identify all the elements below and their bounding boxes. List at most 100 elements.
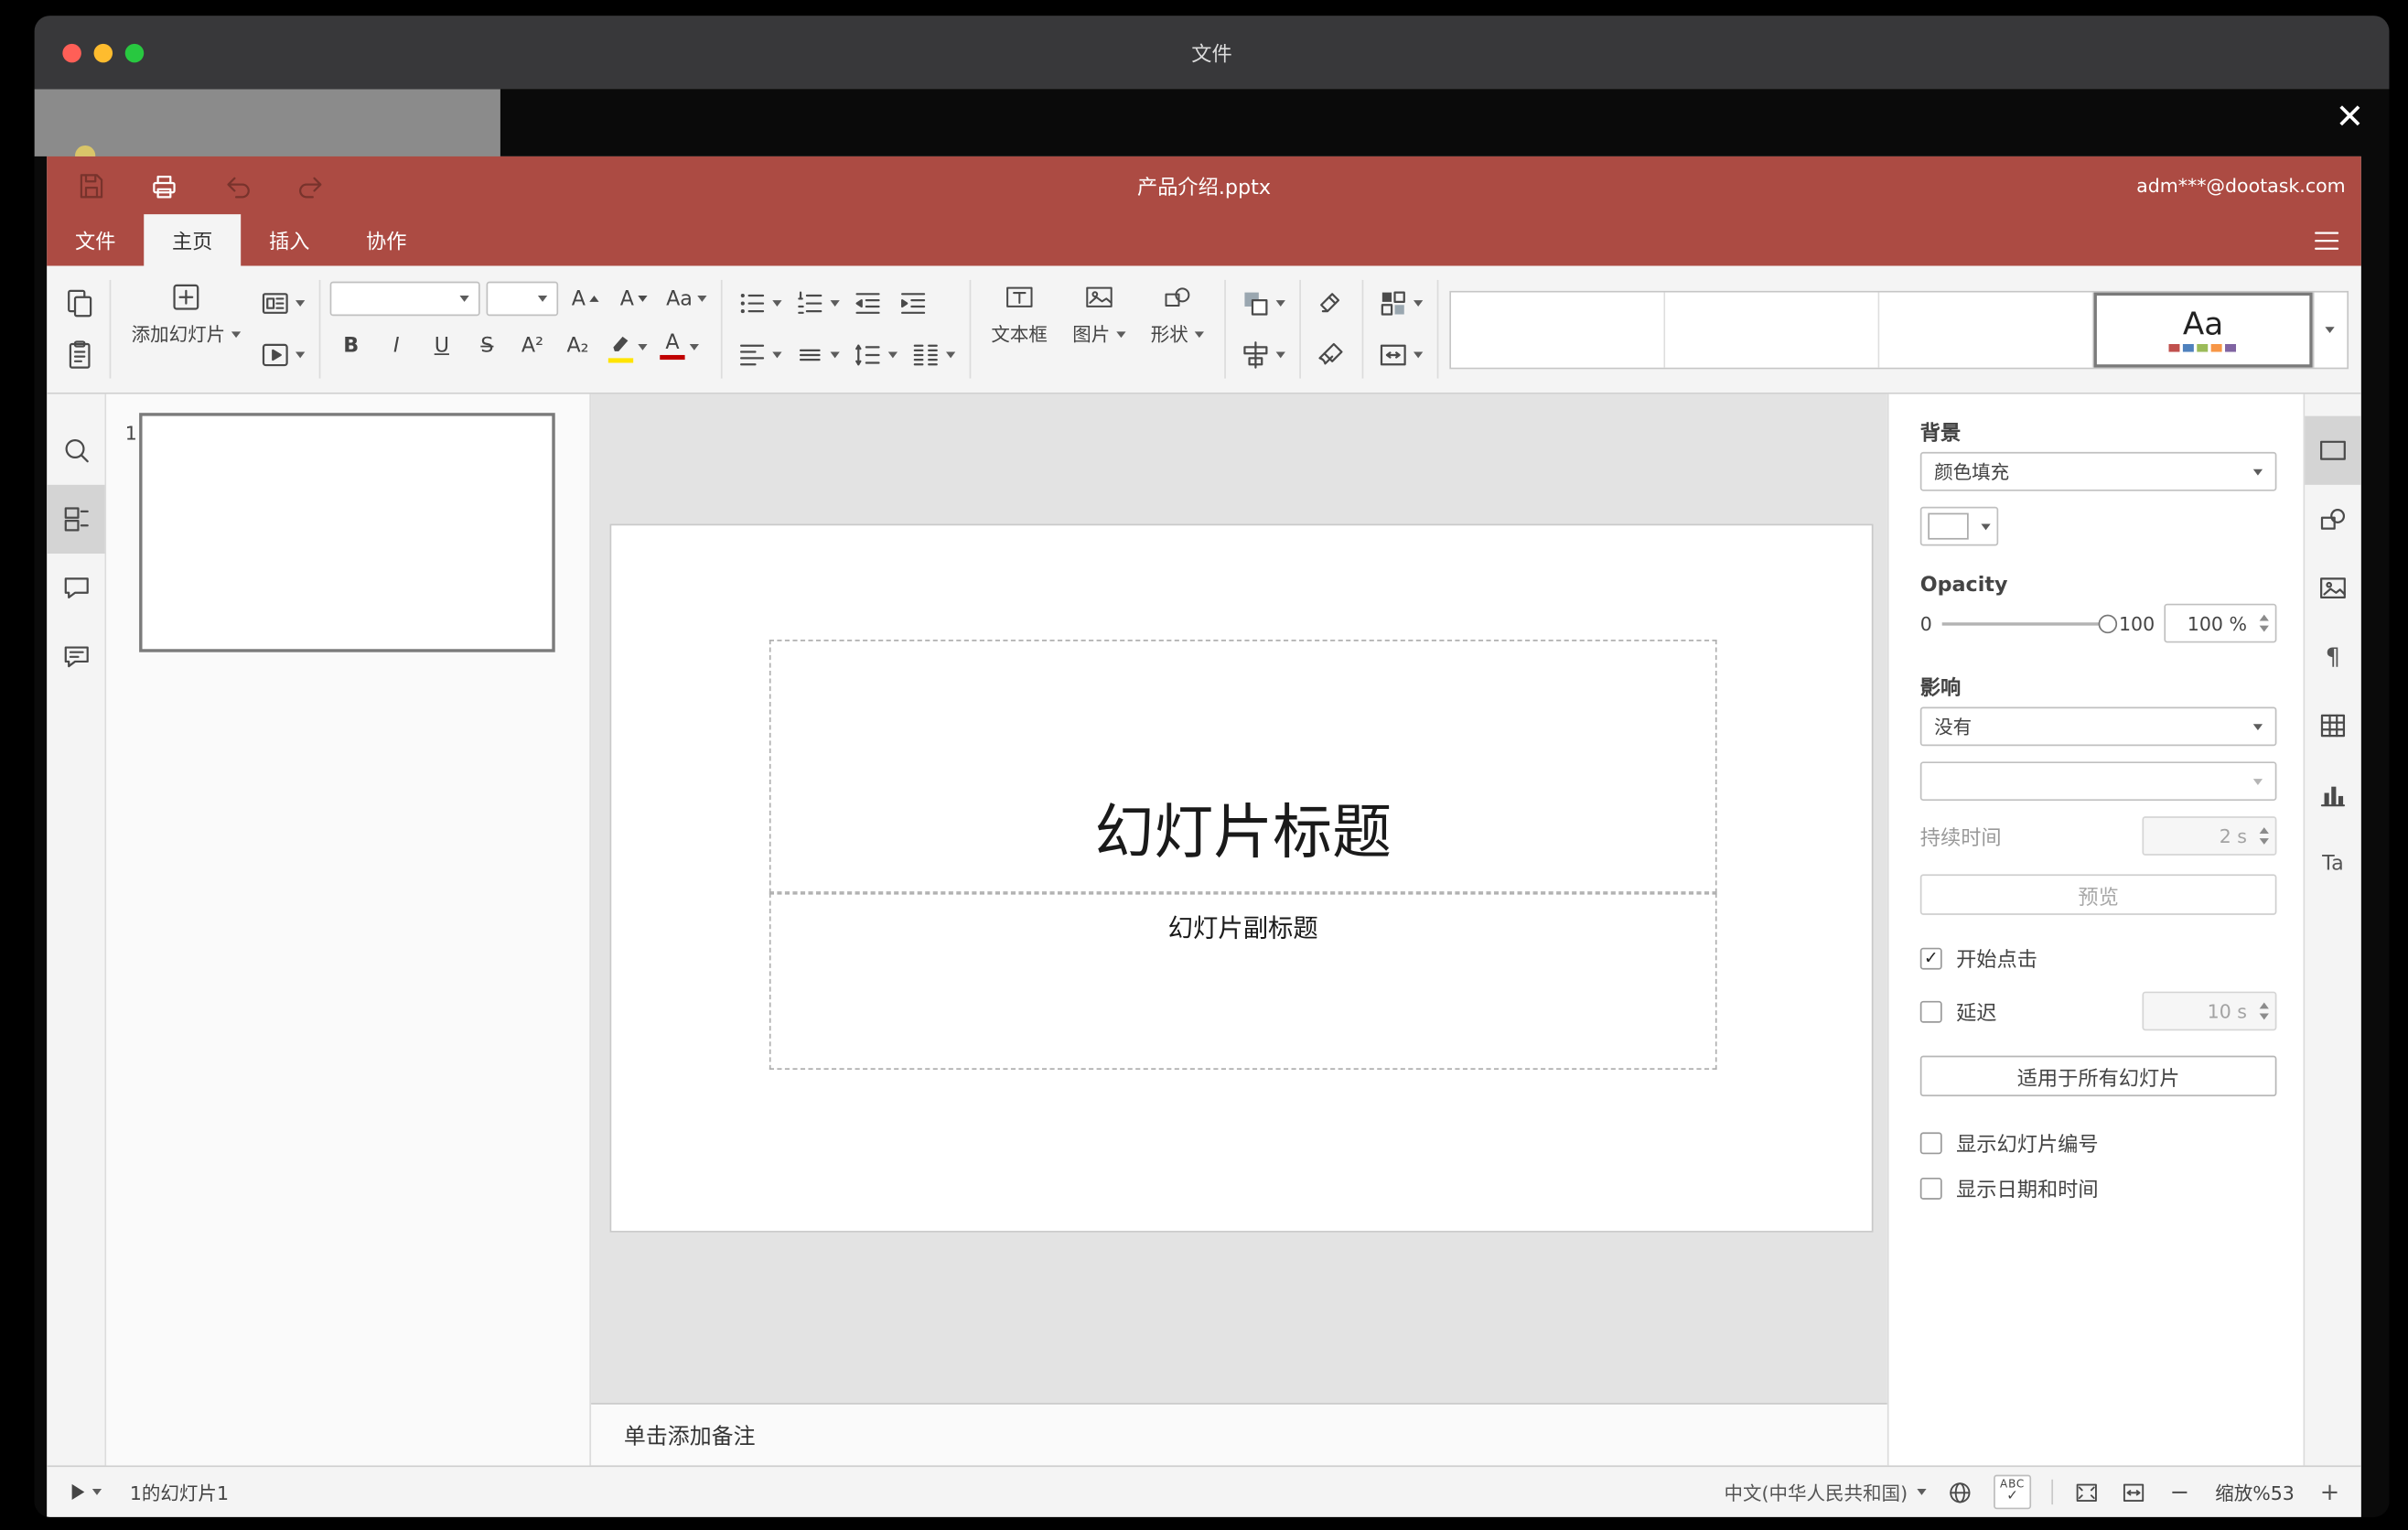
print-icon[interactable] bbox=[148, 169, 179, 200]
textart-settings-tab[interactable]: Ta bbox=[2305, 829, 2361, 898]
fit-width-icon[interactable] bbox=[2121, 1479, 2147, 1505]
redo-icon[interactable] bbox=[296, 169, 327, 200]
change-layout-button[interactable] bbox=[255, 278, 310, 327]
left-icon-strip bbox=[47, 393, 107, 1466]
align-shape-button[interactable] bbox=[1235, 330, 1290, 379]
increase-font-size-button[interactable]: A bbox=[564, 278, 607, 318]
traffic-light-close[interactable] bbox=[62, 42, 81, 62]
opacity-slider[interactable] bbox=[1941, 613, 2118, 633]
spinner-arrows[interactable] bbox=[2259, 993, 2269, 1029]
copy-button[interactable] bbox=[58, 278, 100, 327]
change-case-button[interactable]: Aa bbox=[661, 278, 711, 318]
traffic-light-zoom[interactable] bbox=[124, 42, 145, 62]
zoom-in-button[interactable]: + bbox=[2317, 1478, 2342, 1506]
line-spacing-button[interactable] bbox=[847, 330, 902, 379]
slide-subtitle-placeholder[interactable]: 幻灯片副标题 bbox=[769, 892, 1717, 1071]
start-slideshow-button[interactable] bbox=[66, 1483, 108, 1501]
background-color-picker[interactable] bbox=[1919, 506, 1999, 546]
theme-thumbnail-1[interactable] bbox=[1450, 291, 1666, 367]
columns-button[interactable] bbox=[905, 330, 960, 379]
start-slideshow-toolbar-button[interactable] bbox=[255, 330, 310, 379]
horizontal-align-button[interactable] bbox=[732, 330, 787, 379]
notes-area[interactable]: 单击添加备注 bbox=[591, 1403, 1887, 1466]
comments-panel-button[interactable] bbox=[47, 554, 104, 622]
undo-icon[interactable] bbox=[222, 169, 253, 200]
chart-settings-tab[interactable] bbox=[2305, 760, 2361, 829]
font-color-button[interactable]: A bbox=[655, 322, 704, 371]
theme-gallery-expand-button[interactable] bbox=[2312, 291, 2348, 367]
copy-style-button[interactable] bbox=[1310, 330, 1352, 379]
set-language-icon[interactable] bbox=[1947, 1479, 1973, 1505]
tab-insert[interactable]: 插入 bbox=[241, 214, 338, 265]
spellcheck-icon[interactable]: ABC ✓ bbox=[1994, 1474, 2032, 1510]
zoom-out-button[interactable]: − bbox=[2167, 1478, 2192, 1506]
slide-settings-tab[interactable] bbox=[2305, 415, 2361, 485]
insert-image-button[interactable]: 图片 bbox=[1061, 278, 1136, 350]
slide-size-button[interactable] bbox=[1372, 330, 1427, 379]
macos-window: 文件 ✕ 产品介绍.pptx adm***@dootask.com 文件 主页 … bbox=[34, 16, 2390, 1517]
spinner-arrows[interactable] bbox=[2259, 605, 2269, 641]
decrease-font-size-button[interactable]: A bbox=[613, 278, 655, 318]
menu-icon[interactable] bbox=[2311, 214, 2342, 265]
background-fill-select[interactable]: 颜色填充 bbox=[1919, 451, 2277, 491]
font-size-select[interactable] bbox=[486, 281, 559, 317]
tab-file[interactable]: 文件 bbox=[47, 214, 144, 265]
fit-slide-icon[interactable] bbox=[2073, 1479, 2100, 1505]
slide-thumbnail[interactable] bbox=[139, 413, 555, 652]
transition-variant-select[interactable] bbox=[1919, 761, 2277, 802]
decrease-indent-button[interactable] bbox=[847, 278, 889, 327]
vertical-align-button[interactable] bbox=[790, 330, 844, 379]
save-icon[interactable] bbox=[75, 169, 106, 200]
superscript-button[interactable]: A² bbox=[511, 322, 554, 371]
transition-effect-select[interactable]: 没有 bbox=[1919, 706, 2277, 747]
slide-title-placeholder[interactable]: 幻灯片标题 bbox=[769, 640, 1717, 893]
opacity-spinner[interactable]: 100 % bbox=[2164, 603, 2277, 643]
insert-shape-button[interactable]: 形状 bbox=[1140, 278, 1215, 350]
search-panel-button[interactable] bbox=[47, 416, 104, 485]
delay-spinner[interactable]: 10 s bbox=[2142, 991, 2277, 1031]
theme-thumbnail-3[interactable] bbox=[1879, 291, 2094, 367]
theme-thumbnail-2[interactable] bbox=[1665, 291, 1880, 367]
tab-home[interactable]: 主页 bbox=[144, 214, 242, 266]
preview-button[interactable]: 预览 bbox=[1919, 874, 2277, 915]
clear-style-button[interactable] bbox=[1310, 278, 1352, 327]
delay-checkbox[interactable]: 延迟 bbox=[1919, 997, 1997, 1026]
shape-settings-tab[interactable] bbox=[2305, 485, 2361, 554]
theme-thumbnail-selected[interactable]: Aa bbox=[2093, 291, 2313, 367]
underline-button[interactable]: U bbox=[421, 322, 463, 371]
close-icon[interactable]: ✕ bbox=[2336, 101, 2365, 136]
show-slide-number-checkbox[interactable]: 显示幻灯片编号 bbox=[1919, 1127, 2277, 1158]
traffic-light-minimize[interactable] bbox=[93, 42, 113, 62]
bold-button[interactable]: B bbox=[330, 322, 372, 371]
chevron-down-icon bbox=[2252, 723, 2263, 730]
spinner-arrows[interactable] bbox=[2259, 818, 2269, 854]
tab-collaboration[interactable]: 协作 bbox=[338, 214, 435, 265]
paste-button[interactable] bbox=[58, 330, 100, 379]
opacity-slider-row: 0 100 100 % bbox=[1920, 603, 2277, 643]
font-name-select[interactable] bbox=[329, 281, 480, 317]
bullets-button[interactable] bbox=[732, 278, 787, 327]
language-select[interactable]: 中文(中华人民共和国) bbox=[1724, 1479, 1927, 1505]
increase-indent-button[interactable] bbox=[893, 278, 935, 327]
start-on-click-checkbox[interactable]: ✓ 开始点击 bbox=[1919, 943, 2277, 973]
apply-to-all-slides-button[interactable]: 适用于所有幻灯片 bbox=[1919, 1055, 2277, 1097]
slides-panel-button[interactable] bbox=[47, 484, 105, 555]
color-scheme-button[interactable] bbox=[1372, 278, 1427, 327]
italic-button[interactable]: I bbox=[375, 322, 417, 371]
strikeout-button[interactable]: S bbox=[466, 322, 508, 371]
add-slide-button[interactable]: 添加幻灯片 bbox=[121, 278, 253, 350]
insert-textbox-button[interactable]: 文本框 bbox=[980, 278, 1058, 350]
slide-canvas[interactable]: 幻灯片标题 幻灯片副标题 bbox=[609, 523, 1874, 1233]
numbering-button[interactable] bbox=[790, 278, 844, 327]
paragraph-settings-tab[interactable]: ¶ bbox=[2305, 622, 2361, 691]
arrange-shape-button[interactable] bbox=[1235, 278, 1290, 327]
opacity-slider-knob[interactable] bbox=[2098, 613, 2118, 633]
image-settings-tab[interactable] bbox=[2305, 554, 2361, 622]
highlight-color-button[interactable] bbox=[602, 322, 652, 371]
show-date-time-checkbox[interactable]: 显示日期和时间 bbox=[1919, 1173, 2277, 1202]
table-settings-tab[interactable] bbox=[2305, 691, 2361, 760]
subscript-button[interactable]: A₂ bbox=[556, 322, 598, 371]
editor-body: 1 幻灯片标题 幻灯片副标题 单击添加备注 背景 颜色填充 Opacity 0 … bbox=[47, 393, 2361, 1466]
chat-panel-button[interactable] bbox=[47, 622, 104, 691]
duration-spinner[interactable]: 2 s bbox=[2142, 816, 2277, 856]
